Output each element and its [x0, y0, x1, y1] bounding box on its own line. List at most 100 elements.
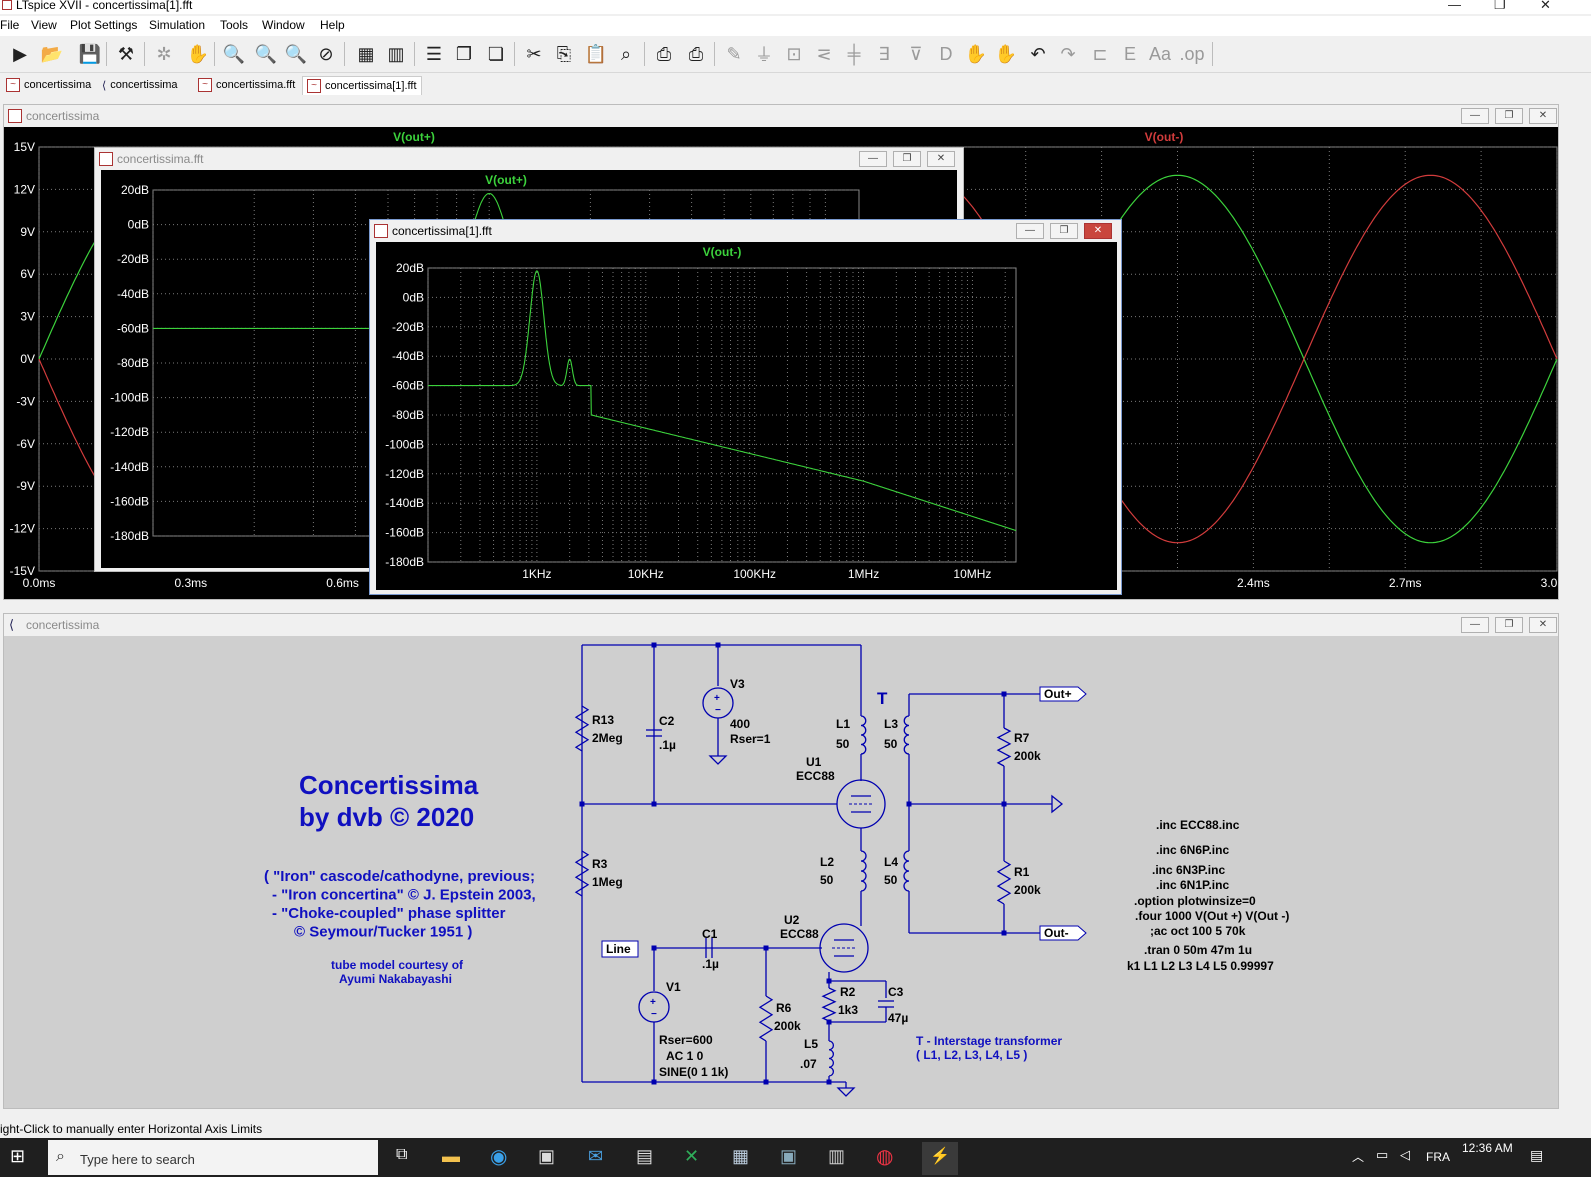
spice-directive-icon[interactable]: .op [1179, 42, 1204, 66]
drag-icon[interactable]: ✋ [994, 42, 1018, 66]
fft-window-out-neg: concertissima[1].fft — ❐ ✕ 20dB 0dB -20dB -… [369, 219, 1122, 595]
move-icon[interactable]: ✋ [964, 42, 988, 66]
app-icon-1[interactable]: ▣ [780, 1146, 797, 1167]
pan-icon[interactable]: ✋ [186, 42, 210, 66]
print-setup-icon[interactable]: ⎙ [652, 42, 676, 66]
close-icon[interactable]: ✕ [1540, 0, 1551, 13]
inductor-l4 [903, 850, 910, 892]
model-u1: ECC88 [796, 769, 835, 783]
open-icon[interactable]: 📂 [40, 42, 64, 66]
task-view-icon[interactable]: ⧉ [396, 1146, 407, 1164]
paste-icon[interactable]: 📋 [584, 42, 608, 66]
zoom-in-icon[interactable]: 🔍 [222, 42, 246, 66]
manual-limits-icon[interactable]: ▥ [384, 42, 408, 66]
schematic-icon: ⟨ [9, 617, 15, 632]
menu-help[interactable]: Help [320, 18, 345, 32]
restore-icon[interactable]: ❐ [1495, 108, 1523, 124]
redo-icon[interactable]: ↷ [1056, 42, 1080, 66]
cut-icon[interactable]: ✂ [522, 42, 546, 66]
rotate-icon[interactable]: ⊏ [1088, 42, 1112, 66]
window-title: concertissima [26, 618, 100, 632]
zoom-cancel-icon[interactable]: ⊘ [314, 42, 338, 66]
find-icon[interactable]: ⌕ [614, 42, 638, 66]
close-icon[interactable]: ✕ [1529, 108, 1557, 124]
wire-icon[interactable]: ✎ [722, 42, 746, 66]
fft-chart-out-neg[interactable]: 20dB 0dB -20dB -40dB -60dB -80dB -100dB -120dB -… [376, 242, 1117, 590]
media-icon[interactable]: ▤ [636, 1146, 653, 1167]
menu-file[interactable]: File [0, 18, 19, 32]
window-caption: ⟨ concertissima — ❐ ✕ [4, 614, 1558, 636]
close-icon[interactable]: ✕ [927, 151, 955, 167]
cascade-icon[interactable]: ❐ [452, 42, 476, 66]
voltage-source-v1-minus: − [651, 1009, 657, 1020]
search-input[interactable]: Type here to search [80, 1152, 195, 1167]
menu-plot-settings[interactable]: Plot Settings [70, 18, 137, 32]
menu-simulation[interactable]: Simulation [149, 18, 205, 32]
schematic-canvas[interactable]: R132MegC2.1µ+−V3400Rser=1L150TU1ECC88L25… [4, 636, 1558, 1108]
clock[interactable]: 12:36 AM [1462, 1141, 1513, 1155]
close-icon[interactable]: ✕ [1084, 223, 1112, 239]
junction [763, 1079, 769, 1085]
notifications-icon[interactable]: ▤ [1530, 1147, 1543, 1164]
plot-background [376, 242, 1117, 590]
file-explorer-icon[interactable]: ▬ [442, 1146, 460, 1167]
tab-concertissima-plot[interactable]: ~ concertissima [2, 76, 95, 94]
close-icon[interactable]: ✕ [1529, 617, 1557, 633]
undo-icon[interactable]: ↶ [1026, 42, 1050, 66]
edge-icon[interactable]: ◉ [490, 1144, 507, 1169]
ground-icon[interactable]: ⏚ [752, 42, 776, 66]
label-icon[interactable]: ⊡ [782, 42, 806, 66]
mail-icon[interactable]: ✉ [588, 1146, 603, 1167]
minimize-icon[interactable]: — [1448, 0, 1461, 12]
print-icon[interactable]: ⎙ [684, 42, 708, 66]
copy-icon[interactable]: ⎘ [552, 42, 576, 66]
autorange-icon[interactable]: ▦ [354, 42, 378, 66]
y-tick-label: -180dB [110, 529, 149, 543]
restore-icon[interactable]: ❐ [1495, 617, 1523, 633]
y-tick-label: 12V [14, 182, 35, 196]
text-icon[interactable]: Aa [1148, 42, 1172, 66]
tab-concertissima-1-fft[interactable]: ~ concertissima[1].fft [302, 76, 422, 95]
menu-window[interactable]: Window [262, 18, 305, 32]
mirror-icon[interactable]: E [1118, 42, 1142, 66]
component-icon[interactable]: D [934, 42, 958, 66]
zoom-out-icon[interactable]: 🔍 [284, 42, 308, 66]
restore-icon[interactable]: ❐ [1050, 223, 1078, 239]
language-indicator[interactable]: FRA [1426, 1150, 1450, 1164]
windows-start-icon[interactable]: ⊞ [10, 1146, 25, 1167]
control-panel-icon[interactable]: ⚒ [114, 42, 138, 66]
minimize-icon[interactable]: — [859, 151, 887, 167]
volume-icon[interactable]: ◁ [1400, 1147, 1410, 1163]
junction [826, 1019, 832, 1025]
tile-vertical-icon[interactable]: ❏ [484, 42, 508, 66]
tab-concertissima-fft[interactable]: ~ concertissima.fft [194, 76, 299, 94]
taskbar-search[interactable]: ⌕ Type here to search [48, 1140, 378, 1175]
menu-tools[interactable]: Tools [220, 18, 248, 32]
inductor-icon[interactable]: ∃ [872, 42, 896, 66]
app-icon-2[interactable]: ▥ [828, 1146, 845, 1167]
zoom-full-icon[interactable]: 🔍 [254, 42, 278, 66]
restore-icon[interactable]: ❐ [1494, 0, 1506, 13]
run-icon[interactable]: ▶ [8, 42, 32, 66]
halt-icon[interactable]: ✲ [152, 42, 176, 66]
minimize-icon[interactable]: — [1461, 108, 1489, 124]
x-tick-label: 2.7ms [1389, 576, 1422, 590]
calculator-icon[interactable]: ▦ [732, 1146, 749, 1167]
store-icon[interactable]: ▣ [538, 1146, 555, 1167]
resistor-icon[interactable]: ⋜ [812, 42, 836, 66]
tray-chevron-icon[interactable]: ︿ [1352, 1148, 1364, 1165]
tab-concertissima-schematic[interactable]: ⟨ concertissima [98, 76, 182, 94]
diode-icon[interactable]: ⊽ [904, 42, 928, 66]
restore-icon[interactable]: ❐ [893, 151, 921, 167]
tile-horizontal-icon[interactable]: ☰ [422, 42, 446, 66]
save-icon[interactable]: 💾 [78, 42, 102, 66]
trace-label-out-neg: V(out-) [1145, 130, 1184, 144]
capacitor-icon[interactable]: ╪ [842, 42, 866, 66]
minimize-icon[interactable]: — [1016, 223, 1044, 239]
menu-view[interactable]: View [31, 18, 57, 32]
excel-icon[interactable]: ✕ [684, 1146, 699, 1167]
ltspice-task-icon[interactable]: ⚡ [922, 1142, 958, 1175]
chrome-icon[interactable]: ◍ [876, 1144, 893, 1169]
minimize-icon[interactable]: — [1461, 617, 1489, 633]
network-icon[interactable]: ▭ [1376, 1147, 1388, 1163]
